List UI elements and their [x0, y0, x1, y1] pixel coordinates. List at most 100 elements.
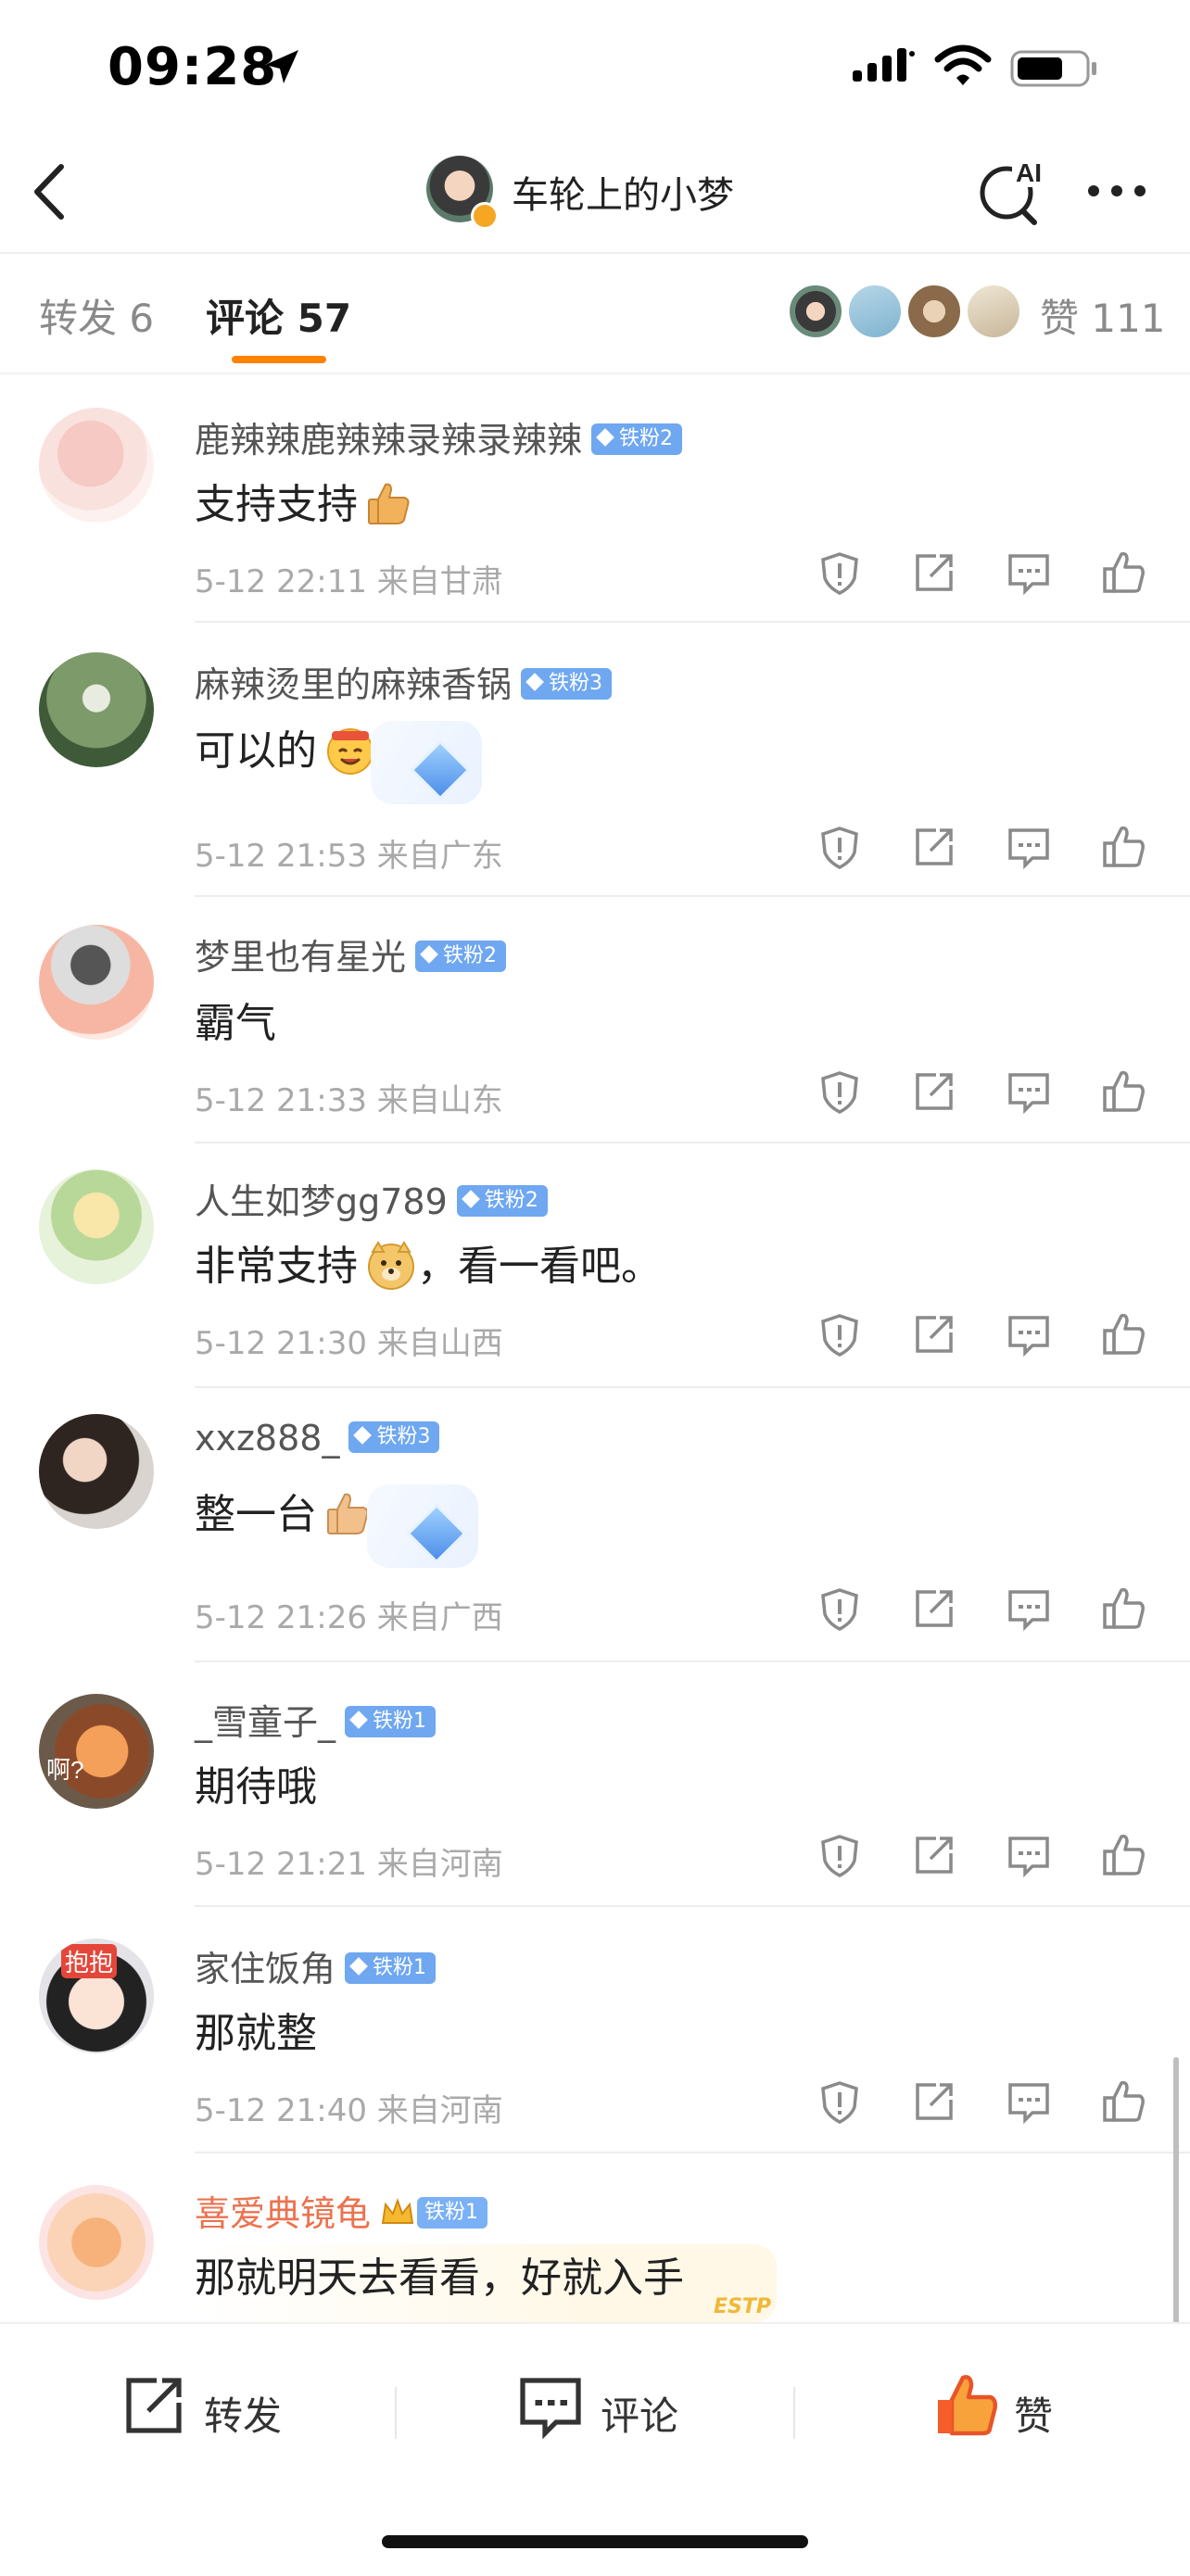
- reply-icon[interactable]: [1006, 2079, 1051, 2124]
- report-icon[interactable]: [817, 550, 862, 595]
- scrollbar[interactable]: [1173, 2057, 1179, 2326]
- repost-label: 转发: [204, 2393, 283, 2439]
- report-icon[interactable]: [817, 1069, 862, 1114]
- ai-label: AI: [1016, 158, 1042, 187]
- home-indicator[interactable]: [382, 2535, 808, 2548]
- commenter-name[interactable]: 鹿辣辣鹿辣辣录辣录辣辣 铁粉2: [195, 411, 683, 462]
- share-icon[interactable]: [912, 1833, 956, 1877]
- comment-item: 梦里也有星光 铁粉2 霸气 5-12 21:33 来自山东: [0, 897, 1190, 1143]
- fan-badge: 铁粉1: [417, 2196, 488, 2229]
- like-icon[interactable]: [1101, 1069, 1146, 1114]
- reply-icon[interactable]: [1006, 550, 1051, 595]
- report-icon[interactable]: [817, 825, 862, 869]
- happy-face-icon: [327, 728, 373, 775]
- liker-avatar: [906, 284, 962, 339]
- like-icon[interactable]: [1101, 1312, 1146, 1357]
- bottom-action-bar: 转发 评论 赞: [0, 2322, 1190, 2576]
- nav-bar: 车轮上的小梦 AI: [0, 139, 1190, 250]
- more-options-icon[interactable]: [1084, 182, 1149, 200]
- share-icon[interactable]: [912, 1069, 956, 1114]
- comment-meta: 5-12 21:21 来自河南: [195, 1846, 503, 1883]
- reply-icon[interactable]: [1006, 1833, 1051, 1877]
- personality-tag: ESTP: [713, 2295, 771, 2318]
- comment-meta: 5-12 21:26 来自广西: [195, 1599, 503, 1636]
- fan-badge: 铁粉2: [591, 423, 683, 455]
- bottom-separator: [395, 2387, 397, 2439]
- gem-icon: [406, 1503, 467, 1564]
- fan-badge: 铁粉3: [348, 1421, 440, 1453]
- gem-icon: [410, 739, 471, 801]
- comment-meta: 5-12 21:30 来自山西: [195, 1325, 503, 1362]
- like-icon[interactable]: [1101, 825, 1146, 869]
- share-icon[interactable]: [912, 2079, 956, 2124]
- share-icon[interactable]: [912, 550, 956, 595]
- report-icon[interactable]: [817, 1312, 862, 1357]
- commenter-avatar[interactable]: 抱抱: [39, 1938, 154, 2053]
- comment-text: 霸气: [195, 1000, 276, 1047]
- wifi-icon: [934, 44, 992, 85]
- comment-label: 评论: [601, 2393, 679, 2439]
- liker-avatar: [966, 284, 1021, 339]
- ai-search-icon[interactable]: AI: [975, 154, 1049, 228]
- reply-icon[interactable]: [1006, 1069, 1051, 1114]
- like-icon[interactable]: [1101, 2079, 1146, 2124]
- fan-badge: 铁粉1: [345, 1951, 437, 1984]
- page-title[interactable]: 车轮上的小梦: [512, 165, 734, 219]
- commenter-avatar[interactable]: [39, 1414, 154, 1529]
- fan-badge: 铁粉2: [415, 940, 507, 972]
- commenter-name[interactable]: 人生如梦gg789 铁粉2: [195, 1173, 548, 1224]
- share-icon[interactable]: [912, 1312, 956, 1357]
- commenter-name[interactable]: 麻辣烫里的麻辣香锅 铁粉3: [195, 656, 613, 707]
- share-icon[interactable]: [912, 1586, 956, 1631]
- commenter-name[interactable]: _雪童子_ 铁粉1: [195, 1694, 437, 1745]
- report-icon[interactable]: [817, 2079, 862, 2124]
- comment-text: 那就明天去看看，好就入手 ESTP: [195, 2244, 777, 2322]
- back-arrow-icon[interactable]: [26, 159, 72, 224]
- commenter-avatar[interactable]: [39, 408, 154, 523]
- comment-item: 啊? _雪童子_ 铁粉1 期待哦 5-12 21:21 来自河南: [0, 1662, 1190, 1907]
- like-icon[interactable]: [1101, 1833, 1146, 1877]
- liker-avatar: [788, 284, 843, 339]
- fan-badge: 铁粉1: [345, 1705, 437, 1737]
- active-tab-indicator: [232, 356, 326, 363]
- tab-comment[interactable]: 评论 57: [206, 287, 351, 344]
- report-icon[interactable]: [817, 1586, 862, 1631]
- report-icon[interactable]: [817, 1833, 862, 1877]
- like-icon[interactable]: [1101, 550, 1146, 595]
- fan-badge: 铁粉3: [521, 667, 613, 700]
- commenter-name[interactable]: xxz888_ 铁粉3: [195, 1418, 440, 1458]
- tab-like[interactable]: 赞 111: [1040, 287, 1166, 344]
- comment-item: xxz888_ 铁粉3 整一台 5-12 21:26 来自广西: [0, 1388, 1190, 1662]
- commenter-name[interactable]: 梦里也有星光 铁粉2: [195, 928, 507, 979]
- commenter-avatar[interactable]: [39, 1169, 154, 1284]
- fan-badge: 铁粉2: [456, 1184, 548, 1217]
- doge-icon: [368, 1241, 414, 1290]
- thumbs-up-icon: [368, 483, 410, 524]
- like-icon[interactable]: [1101, 1586, 1146, 1631]
- cellular-signal-icon: [853, 48, 915, 82]
- comment-text: 期待哦: [195, 1763, 317, 1811]
- commenter-avatar[interactable]: [39, 652, 154, 767]
- tab-bar: 转发 6 评论 57 赞 111: [0, 254, 1190, 374]
- share-icon[interactable]: [912, 825, 956, 869]
- commenter-name[interactable]: 家住饭角 铁粉1: [195, 1940, 437, 1991]
- status-time: 09:28: [108, 37, 278, 97]
- comment-button[interactable]: 评论: [517, 2372, 703, 2446]
- repost-button[interactable]: 转发: [120, 2372, 306, 2446]
- commenter-name[interactable]: 喜爱典镜龟 铁粉1: [195, 2185, 488, 2236]
- commenter-avatar[interactable]: [39, 925, 154, 1040]
- thumbs-up-icon: [327, 1493, 369, 1534]
- like-button[interactable]: 赞: [932, 2372, 1081, 2446]
- reply-icon[interactable]: [1006, 1312, 1051, 1357]
- tab-repost[interactable]: 转发 6: [39, 287, 154, 344]
- commenter-avatar[interactable]: 啊?: [39, 1694, 154, 1809]
- fan-gem-bubble: [371, 721, 482, 804]
- bottom-separator: [793, 2387, 795, 2439]
- location-arrow-icon: [265, 50, 298, 83]
- commenter-avatar[interactable]: [39, 2185, 154, 2300]
- reply-icon[interactable]: [1006, 1586, 1051, 1631]
- comment-meta: 5-12 21:40 来自河南: [195, 2092, 503, 2129]
- reply-icon[interactable]: [1006, 825, 1051, 869]
- avatar-caption: 啊?: [46, 1756, 84, 1784]
- like-label: 赞: [1014, 2393, 1054, 2439]
